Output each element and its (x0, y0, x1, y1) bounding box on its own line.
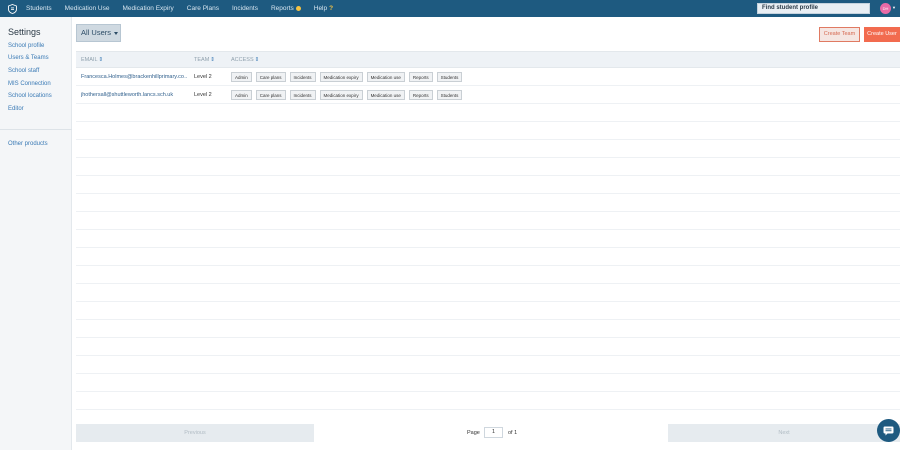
avatar-dropdown-icon[interactable]: ▼ (892, 5, 896, 10)
column-header-team[interactable]: TEAM⇕ (194, 57, 215, 63)
empty-row (76, 338, 900, 356)
empty-row (76, 230, 900, 248)
chat-icon (883, 426, 894, 435)
sidebar-item-school-staff[interactable]: School staff (8, 68, 39, 74)
access-badge: Medication use (366, 90, 405, 100)
user-team: Level 2 (194, 74, 212, 80)
access-badge: Medication use (366, 72, 405, 82)
empty-row (76, 104, 900, 122)
sidebar-title: Settings (8, 27, 41, 37)
access-badge: Care plans (255, 90, 286, 100)
sidebar-item-school-locations[interactable]: School locations (8, 93, 52, 99)
access-badge: Students (436, 90, 463, 100)
empty-row (76, 356, 900, 374)
nav-reports-label: Reports (270, 5, 294, 12)
page-label: Page (467, 430, 480, 436)
access-badge: Incidents (289, 90, 316, 100)
student-search-input[interactable]: Find student profile (757, 3, 870, 14)
user-filter-label: All Users (81, 28, 112, 37)
logo-icon[interactable] (8, 3, 17, 14)
empty-row (76, 374, 900, 392)
empty-row (76, 284, 900, 302)
notification-dot-icon (295, 6, 301, 11)
nav-medication-expiry[interactable]: Medication Expiry (122, 5, 173, 12)
settings-sidebar: Settings School profile Users & Teams Sc… (0, 17, 72, 450)
pagination-bar: Previous Page 1 of 1 Next (76, 424, 900, 442)
empty-row (76, 194, 900, 212)
page-indicator: Page 1 of 1 (314, 424, 668, 442)
user-email-link[interactable]: Francesca.Holmes@brackenhillprimary.co… (81, 74, 187, 80)
table-row: Francesca.Holmes@brackenhillprimary.co… … (76, 68, 900, 86)
sidebar-divider (0, 129, 72, 130)
access-badge: Care plans (255, 72, 286, 82)
sort-icon: ⇕ (254, 57, 260, 63)
page-total: of 1 (508, 430, 518, 436)
access-badge: Students (436, 72, 463, 82)
sort-icon: ⇕ (98, 57, 104, 63)
chat-support-button[interactable] (877, 419, 900, 442)
sidebar-item-other-products[interactable]: Other products (8, 141, 48, 147)
empty-row (76, 266, 900, 284)
create-user-button[interactable]: Create User (864, 27, 900, 42)
empty-row (76, 176, 900, 194)
column-header-access[interactable]: ACCESS⇕ (231, 57, 259, 63)
column-header-label: ACCESS (231, 57, 254, 63)
create-team-button[interactable]: Create Team (819, 27, 860, 42)
chevron-down-icon (114, 31, 119, 35)
user-team: Level 2 (194, 92, 212, 98)
sidebar-item-users-teams[interactable]: Users & Teams (8, 55, 49, 61)
access-badge: Admin (231, 90, 252, 100)
empty-row (76, 320, 900, 338)
sidebar-item-school-profile[interactable]: School profile (8, 43, 44, 49)
page-number-input[interactable]: 1 (484, 427, 503, 438)
access-badge: Reports (408, 72, 433, 82)
nav-incidents[interactable]: Incidents (232, 5, 258, 12)
column-header-email[interactable]: EMAIL⇕ (81, 57, 103, 63)
nav-help[interactable]: Help? (314, 5, 333, 12)
access-badge: Medication expiry (319, 72, 363, 82)
column-header-label: TEAM (194, 57, 210, 63)
empty-row (76, 158, 900, 176)
empty-row (76, 248, 900, 266)
empty-row (76, 140, 900, 158)
users-table-header: EMAIL⇕ TEAM⇕ ACCESS⇕ (76, 51, 900, 68)
access-badge: Admin (231, 72, 252, 82)
next-page-button[interactable]: Next (668, 424, 900, 442)
user-email-link[interactable]: jhothersall@shuttleworth.lancs.sch.uk (81, 92, 187, 98)
access-badges: Admin Care plans Incidents Medication ex… (231, 72, 466, 82)
users-main-panel: All Users Create Team Create User EMAIL⇕… (76, 17, 900, 450)
empty-table-rows (76, 104, 900, 410)
access-badges: Admin Care plans Incidents Medication ex… (231, 90, 466, 100)
empty-row (76, 392, 900, 410)
empty-row (76, 302, 900, 320)
nav-help-label: Help (313, 5, 328, 12)
empty-row (76, 212, 900, 230)
sidebar-item-editor[interactable]: Editor (8, 106, 24, 112)
table-row: jhothersall@shuttleworth.lancs.sch.uk Le… (76, 86, 900, 104)
column-header-label: EMAIL (81, 57, 98, 63)
user-avatar[interactable]: DH (880, 3, 891, 14)
nav-reports[interactable]: Reports (271, 5, 301, 12)
user-filter-dropdown[interactable]: All Users (76, 24, 121, 42)
access-badge: Reports (408, 90, 433, 100)
nav-students[interactable]: Students (26, 5, 52, 12)
access-badge: Medication expiry (319, 90, 363, 100)
nav-care-plans[interactable]: Care Plans (187, 5, 219, 12)
nav-medication-use[interactable]: Medication Use (65, 5, 110, 12)
access-badge: Incidents (289, 72, 316, 82)
previous-page-button[interactable]: Previous (76, 424, 314, 442)
empty-row (76, 122, 900, 140)
sidebar-item-mis-connection[interactable]: MIS Connection (8, 81, 51, 87)
sort-icon: ⇕ (210, 57, 215, 63)
help-icon: ? (329, 5, 334, 12)
users-table-body: Francesca.Holmes@brackenhillprimary.co… … (76, 68, 900, 410)
